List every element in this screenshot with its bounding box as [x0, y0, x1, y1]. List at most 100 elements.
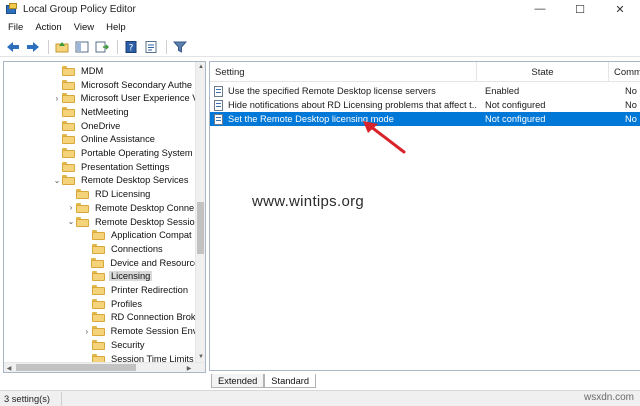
scroll-down-icon[interactable]: ▼	[196, 352, 205, 362]
folder-icon	[76, 189, 89, 200]
show-hide-tree-icon[interactable]	[73, 39, 91, 55]
tree-item[interactable]: ⌄ Remote Desktop Sessio	[4, 215, 196, 229]
list-row-setting[interactable]: Set the Remote Desktop licensing mode Not…	[210, 112, 640, 126]
scroll-thumb[interactable]	[16, 364, 136, 371]
close-button[interactable]: ✕	[600, 0, 640, 18]
brand-watermark: wsxdn.com	[583, 392, 634, 403]
maximize-button[interactable]: ☐	[560, 0, 600, 18]
tree-item[interactable]: Connections	[4, 242, 196, 256]
forward-arrow-icon[interactable]	[24, 39, 42, 55]
tab-standard[interactable]: Standard	[264, 374, 317, 388]
menu-file[interactable]: File	[2, 22, 29, 33]
state-cell: Not configured	[485, 114, 546, 124]
tree-item[interactable]: Device and Resource	[4, 256, 196, 270]
scroll-up-icon[interactable]: ▲	[196, 62, 205, 72]
menu-help[interactable]: Help	[100, 22, 132, 33]
status-settings-count: 3 setting(s)	[0, 391, 62, 406]
tree-item[interactable]: Portable Operating System	[4, 146, 196, 160]
minimize-button[interactable]: —	[520, 0, 560, 18]
tree-item[interactable]: RD Connection Brok	[4, 311, 196, 325]
toolbar: ?	[0, 37, 640, 57]
menu-action[interactable]: Action	[29, 22, 67, 33]
folder-icon	[92, 243, 105, 254]
group-policy-app-icon	[6, 3, 18, 15]
tree-item[interactable]: › Remote Desktop Conne	[4, 201, 196, 215]
folder-icon	[62, 79, 75, 90]
properties-icon[interactable]	[142, 39, 160, 55]
tree-item-label: Application Compat	[111, 230, 192, 241]
tree-item[interactable]: MDM	[4, 64, 196, 78]
tree-item-label: Remote Desktop Services	[81, 175, 189, 186]
list-row-setting[interactable]: Hide notifications about RD Licensing pr…	[210, 98, 640, 112]
tree-item[interactable]: OneDrive	[4, 119, 196, 133]
toolbar-separator	[48, 39, 49, 54]
tree-item[interactable]: RD Licensing	[4, 187, 196, 201]
folder-icon	[75, 202, 89, 213]
collapse-chevron-icon[interactable]: ⌄	[52, 175, 62, 185]
expand-chevron-icon[interactable]: ›	[82, 326, 92, 336]
tree-item[interactable]: Security	[4, 338, 196, 352]
column-header-comment[interactable]: Comm	[609, 62, 640, 82]
column-header-setting[interactable]: Setting	[210, 62, 477, 82]
view-tabs: Extended Standard	[211, 373, 317, 388]
tree-item-label: Device and Resource	[110, 257, 196, 268]
expand-chevron-icon[interactable]: ›	[52, 93, 62, 103]
up-folder-icon[interactable]	[53, 39, 71, 55]
tree-horizontal-scrollbar[interactable]: ◀ ▶	[4, 362, 205, 372]
state-cell: Not configured	[485, 100, 546, 110]
tree-item[interactable]: Licensing	[4, 270, 196, 284]
scroll-right-icon[interactable]: ▶	[184, 363, 194, 372]
folder-icon	[62, 134, 75, 145]
annotation-arrow-icon	[363, 121, 406, 154]
collapse-chevron-icon[interactable]: ⌄	[66, 217, 76, 227]
filter-icon[interactable]	[171, 39, 189, 55]
folder-icon	[62, 120, 75, 131]
folder-icon	[61, 93, 75, 104]
tree-item[interactable]: Profiles	[4, 297, 196, 311]
svg-text:?: ?	[129, 43, 134, 53]
folder-icon	[62, 148, 75, 159]
tree-item[interactable]: ⌄ Remote Desktop Services	[4, 174, 196, 188]
tree-item[interactable]: Session Time Limits	[4, 352, 196, 362]
back-arrow-icon[interactable]	[4, 39, 22, 55]
help-icon[interactable]: ?	[122, 39, 140, 55]
menu-view[interactable]: View	[68, 22, 100, 33]
folder-icon	[91, 257, 105, 268]
tree-item[interactable]: › Microsoft User Experience V	[4, 91, 196, 105]
tree-item-label: RD Licensing	[95, 189, 151, 200]
folder-icon	[62, 106, 75, 117]
tree-vertical-scrollbar[interactable]: ▲ ▼	[195, 62, 205, 362]
title-bar: Local Group Policy Editor — ☐ ✕	[0, 0, 640, 18]
tab-extended[interactable]: Extended	[211, 374, 265, 388]
scroll-left-icon[interactable]: ◀	[4, 363, 14, 372]
expand-chevron-icon[interactable]: ›	[66, 203, 76, 213]
tree-item[interactable]: Online Assistance	[4, 133, 196, 147]
policy-setting-icon	[214, 113, 224, 125]
tree-item-label: Profiles	[111, 298, 143, 309]
column-header-state[interactable]: State	[477, 62, 609, 82]
scroll-thumb[interactable]	[197, 202, 204, 254]
tree-item[interactable]: › Remote Session Env	[4, 324, 196, 338]
tree-view: MDM Microsoft Secondary Authe › Microsoft U…	[4, 62, 196, 362]
folder-icon	[92, 339, 105, 350]
list-row-setting[interactable]: Use the specified Remote Desktop license…	[210, 84, 640, 98]
tree-item[interactable]: Printer Redirection	[4, 283, 196, 297]
setting-name: Use the specified Remote Desktop license…	[228, 86, 436, 96]
tree-item[interactable]: NetMeeting	[4, 105, 196, 119]
tree-item-label: Portable Operating System	[81, 148, 193, 159]
tree-item-label: Microsoft Secondary Authe	[81, 79, 193, 90]
tree-item[interactable]: Application Compat	[4, 228, 196, 242]
tree-item-label: OneDrive	[81, 120, 121, 131]
tree-item[interactable]: Presentation Settings	[4, 160, 196, 174]
folder-icon	[91, 312, 105, 323]
export-list-icon[interactable]	[93, 39, 111, 55]
setting-name: Hide notifications about RD Licensing pr…	[228, 100, 476, 110]
folder-icon	[92, 271, 105, 282]
tree-item[interactable]: Microsoft Secondary Authe	[4, 78, 196, 92]
